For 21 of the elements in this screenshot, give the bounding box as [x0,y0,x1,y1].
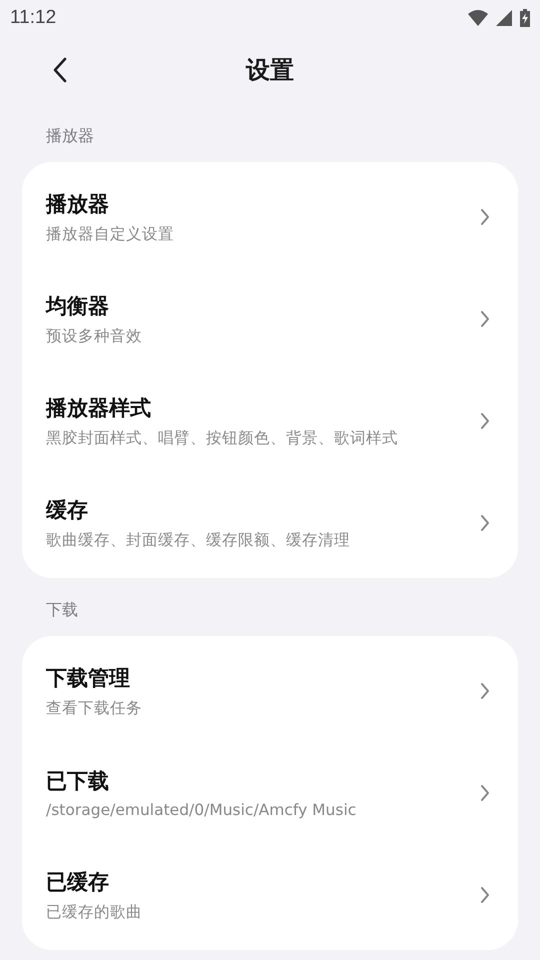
chevron-right-icon [480,310,490,328]
chevron-right-icon [480,208,490,226]
chevron-right-icon [480,682,490,700]
settings-item[interactable]: 播放器样式 黑胶封面样式、唱臂、按钮颜色、背景、歌词样式 [22,370,518,472]
settings-item[interactable]: 下载管理 查看下载任务 [22,640,518,742]
page-title: 设置 [246,55,294,86]
chevron-right-icon [480,412,490,430]
section-label: 下载 [45,599,79,621]
settings-item[interactable]: 已下载 /storage/emulated/0/Music/Amcfy Music [22,742,518,844]
chevron-right-icon [480,784,490,802]
status-time: 11:12 [10,7,56,29]
battery-charging-icon [520,9,530,27]
settings-item[interactable]: 播放器 播放器自定义设置 [22,166,518,268]
signal-icon [496,10,512,26]
wifi-icon [468,10,488,26]
chevron-right-icon [480,886,490,904]
section-label: 播放器 [45,125,95,147]
settings-item[interactable]: 均衡器 预设多种音效 [22,268,518,370]
settings-item[interactable]: 缓存 歌曲缓存、封面缓存、缓存限额、缓存清理 [22,472,518,574]
chevron-right-icon [480,514,490,532]
settings-item[interactable]: 已缓存 已缓存的歌曲 [22,844,518,946]
